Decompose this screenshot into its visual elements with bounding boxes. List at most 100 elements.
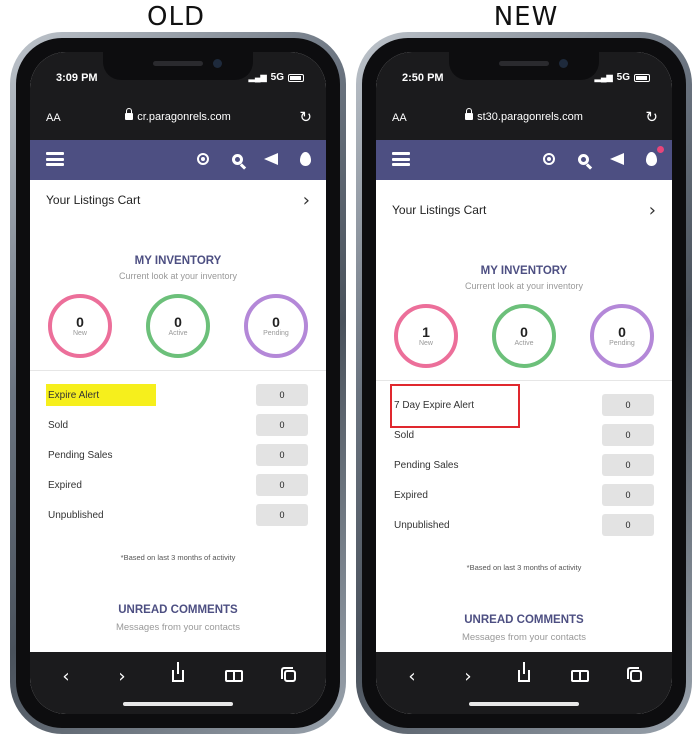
stat-value: 0 <box>256 414 308 436</box>
stat-label: Expired <box>48 479 82 491</box>
active-count-circle[interactable]: 0 Active <box>146 294 210 358</box>
reload-icon[interactable]: ↻ <box>645 108 658 126</box>
stat-label: Sold <box>394 429 415 441</box>
location-pin-icon[interactable] <box>194 152 212 168</box>
pending-count: 0 <box>618 324 626 340</box>
location-pin-icon[interactable] <box>540 152 558 168</box>
app-nav-bar <box>30 140 326 180</box>
signal-icon: ▂▄▆ <box>594 73 613 82</box>
stat-value: 0 <box>256 474 308 496</box>
stat-row-sold[interactable]: Sold 0 <box>48 410 308 440</box>
browser-toolbar: ‹ › <box>376 652 672 714</box>
new-count: 1 <box>422 324 430 340</box>
inventory-circles: 0 New 0 Active 0 Pending <box>48 294 308 358</box>
reload-icon[interactable]: ↻ <box>299 108 312 126</box>
unread-comments-subtitle: Messages from your contacts <box>461 632 587 643</box>
stat-label: Unpublished <box>48 509 104 521</box>
activity-note: *Based on last 3 months of activity <box>466 563 582 572</box>
stat-label: Sold <box>48 419 69 431</box>
tabs-icon[interactable] <box>622 666 650 687</box>
browser-address-bar[interactable]: AA cr.paragonrels.com ↻ <box>30 100 326 140</box>
stat-value: 0 <box>256 384 308 406</box>
stat-row-expired[interactable]: Expired 0 <box>394 480 654 510</box>
inventory-subtitle: Current look at your inventory <box>464 281 584 291</box>
divider <box>30 370 326 371</box>
listings-cart-label: Your Listings Cart <box>46 193 141 207</box>
notification-dot <box>657 145 664 153</box>
stat-value: 0 <box>602 514 654 536</box>
notch <box>103 52 253 80</box>
inventory-circles: 1 New 0 Active 0 Pending <box>394 304 654 368</box>
forward-icon[interactable]: › <box>454 666 482 687</box>
pending-label: Pending <box>263 330 289 337</box>
lock-icon <box>125 108 134 120</box>
listings-cart-row[interactable]: Your Listings Cart › <box>46 188 310 212</box>
stat-row-expire-alert[interactable]: Expire Alert 0 <box>48 380 308 410</box>
tabs-icon[interactable] <box>276 666 304 687</box>
status-bar: 3:09 PM ▂▄▆ 5G <box>30 52 326 100</box>
unread-comments-title: UNREAD COMMENTS <box>118 604 238 616</box>
pending-count-circle[interactable]: 0 Pending <box>244 294 308 358</box>
inventory-title: MY INVENTORY <box>134 255 222 267</box>
camera-icon <box>559 59 568 68</box>
url-field[interactable]: st30.paragonrels.com <box>376 108 672 123</box>
stat-row-pending-sales[interactable]: Pending Sales 0 <box>48 440 308 470</box>
stat-value: 0 <box>602 424 654 446</box>
url-text: st30.paragonrels.com <box>477 111 583 123</box>
activity-note: *Based on last 3 months of activity <box>120 553 236 562</box>
megaphone-icon[interactable] <box>262 152 280 168</box>
old-phone-frame: 3:09 PM ▂▄▆ 5G AA cr.paragonrels.com ↻ Y… <box>10 32 346 734</box>
new-phone-frame: 2:50 PM ▂▄▆ 5G AA st30.paragonrels.com ↻ <box>356 32 692 734</box>
active-label: Active <box>168 330 188 337</box>
stat-label: Unpublished <box>394 519 450 531</box>
url-text: cr.paragonrels.com <box>137 111 231 123</box>
active-count-circle[interactable]: 0 Active <box>492 304 556 368</box>
inventory-title: MY INVENTORY <box>480 265 568 277</box>
back-icon[interactable]: ‹ <box>52 666 80 687</box>
old-column-title: OLD <box>147 2 205 32</box>
hamburger-menu-icon[interactable] <box>392 152 410 166</box>
network-type: 5G <box>270 72 284 83</box>
app-nav-bar <box>376 140 672 180</box>
share-icon[interactable] <box>510 662 538 687</box>
chevron-right-icon: › <box>302 189 310 211</box>
flame-icon[interactable] <box>642 145 664 169</box>
chevron-right-icon: › <box>648 199 656 221</box>
back-icon[interactable]: ‹ <box>398 666 426 687</box>
status-signal: ▂▄▆ 5G <box>249 72 304 83</box>
url-field[interactable]: cr.paragonrels.com <box>30 108 326 123</box>
hamburger-menu-icon[interactable] <box>46 152 64 166</box>
browser-toolbar: ‹ › <box>30 652 326 714</box>
stat-row-unpublished[interactable]: Unpublished 0 <box>394 510 654 540</box>
page-content: Your Listings Cart › MY INVENTORY Curren… <box>376 180 672 652</box>
old-phone-screen: 3:09 PM ▂▄▆ 5G AA cr.paragonrels.com ↻ Y… <box>30 52 326 714</box>
flame-icon[interactable] <box>296 151 314 169</box>
pending-count: 0 <box>272 314 280 330</box>
home-indicator <box>469 702 579 706</box>
new-label: New <box>72 330 87 337</box>
stat-row-unpublished[interactable]: Unpublished 0 <box>48 500 308 530</box>
listings-cart-row[interactable]: Your Listings Cart › <box>392 198 656 222</box>
stat-label: Expired <box>394 489 428 501</box>
forward-icon[interactable]: › <box>108 666 136 687</box>
page-content: Your Listings Cart › MY INVENTORY Curren… <box>30 180 326 652</box>
search-icon[interactable] <box>228 152 246 168</box>
lock-icon <box>465 108 474 120</box>
pending-count-circle[interactable]: 0 Pending <box>590 304 654 368</box>
stat-row-pending-sales[interactable]: Pending Sales 0 <box>394 450 654 480</box>
active-label: Active <box>514 340 534 347</box>
new-column-title: NEW <box>493 2 559 32</box>
stat-row-expired[interactable]: Expired 0 <box>48 470 308 500</box>
new-count-circle[interactable]: 0 New <box>48 294 112 358</box>
share-icon[interactable] <box>164 662 192 687</box>
bookmarks-icon[interactable] <box>566 666 594 687</box>
stat-label: Expire Alert <box>48 389 100 401</box>
new-count-circle[interactable]: 1 New <box>394 304 458 368</box>
battery-icon <box>288 73 304 82</box>
search-icon[interactable] <box>574 152 592 168</box>
listings-cart-label: Your Listings Cart <box>392 203 487 217</box>
signal-icon: ▂▄▆ <box>248 73 267 82</box>
browser-address-bar[interactable]: AA st30.paragonrels.com ↻ <box>376 100 672 140</box>
megaphone-icon[interactable] <box>608 152 626 168</box>
bookmarks-icon[interactable] <box>220 666 248 687</box>
